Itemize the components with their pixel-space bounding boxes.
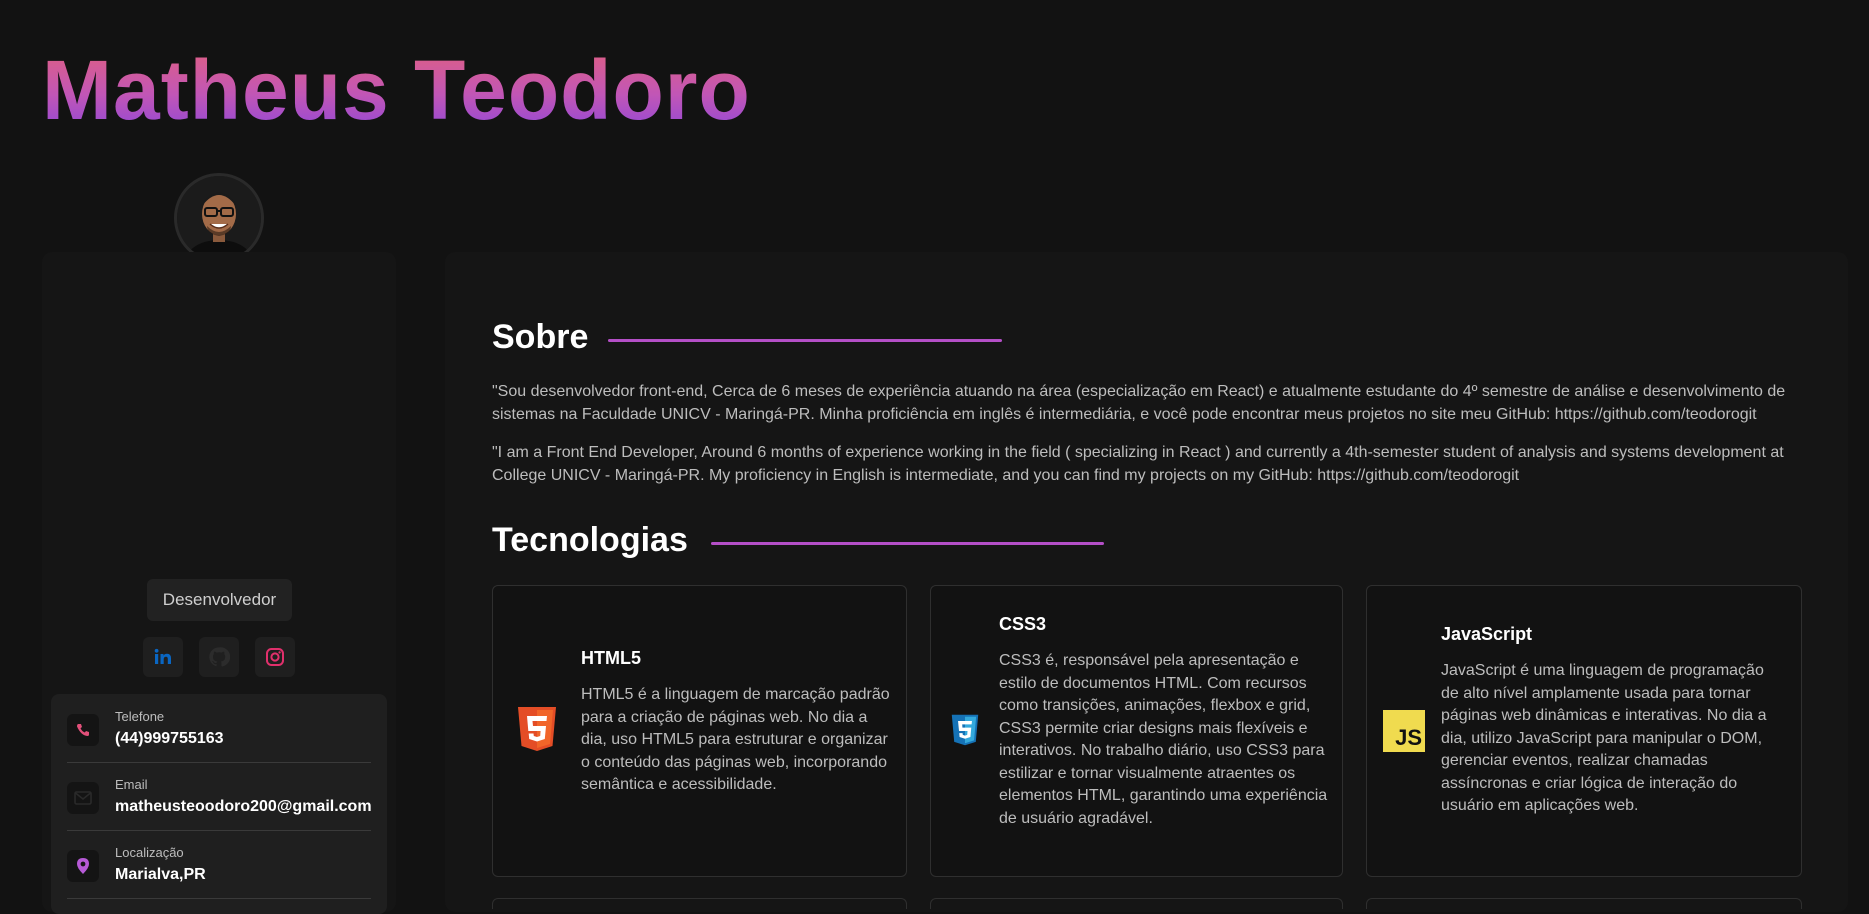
tech-name: JavaScript xyxy=(1441,624,1533,644)
page-title: Matheus Teodoro xyxy=(42,43,751,137)
contact-location: Localização Marialva,PR xyxy=(67,830,371,898)
tech-card-javascript: JS JavaScript JavaScript é uma linguagem… xyxy=(1366,585,1802,877)
tech-description: HTML5 é a linguagem de marcação padrão p… xyxy=(581,686,890,793)
contact-value[interactable]: (44)999755163 xyxy=(115,730,224,748)
html5-icon xyxy=(518,707,556,751)
about-title: Sobre xyxy=(492,318,589,356)
css3-icon xyxy=(951,714,979,746)
contact-email: Email matheusteoodoro200@gmail.com xyxy=(67,762,372,830)
mail-icon xyxy=(67,782,99,814)
about-title-underline xyxy=(608,339,1002,342)
contact-value[interactable]: Marialva,PR xyxy=(115,866,206,884)
github-icon xyxy=(209,647,230,667)
instagram-link[interactable] xyxy=(255,637,295,677)
location-pin-icon xyxy=(67,850,99,882)
linkedin-link[interactable] xyxy=(143,637,183,677)
instagram-icon xyxy=(266,648,284,666)
avatar xyxy=(174,173,264,263)
tech-title-underline xyxy=(711,542,1104,545)
github-link[interactable] xyxy=(199,637,239,677)
contact-phone: Telefone (44)999755163 xyxy=(67,694,371,762)
tech-description: CSS3 é, responsável pela apresentação e … xyxy=(999,652,1328,827)
contact-label: Email xyxy=(115,777,148,792)
tech-name: CSS3 xyxy=(999,614,1047,634)
divider xyxy=(67,898,371,899)
contact-label: Telefone xyxy=(115,709,165,724)
tech-title: Tecnologias xyxy=(492,521,688,559)
linkedin-icon xyxy=(154,648,171,664)
about-text-pt: "Sou desenvolvedor front-end, Cerca de 6… xyxy=(492,383,1786,423)
tech-card-next xyxy=(1366,898,1802,909)
contact-card: Telefone (44)999755163 Email matheusteoo… xyxy=(51,694,387,914)
contact-value[interactable]: matheusteoodoro200@gmail.com xyxy=(115,798,372,816)
tech-card-next xyxy=(930,898,1343,909)
tech-card-next xyxy=(492,898,907,909)
javascript-icon: JS xyxy=(1383,710,1425,752)
tech-card-html5: HTML5 HTML5 é a linguagem de marcação pa… xyxy=(492,585,907,877)
javascript-icon-text: JS xyxy=(1395,725,1422,750)
tech-name: HTML5 xyxy=(581,648,641,668)
phone-icon xyxy=(67,714,99,746)
role-badge: Desenvolvedor xyxy=(147,579,292,621)
tech-description: JavaScript é uma linguagem de programaçã… xyxy=(1441,662,1767,814)
contact-label: Localização xyxy=(115,845,184,860)
about-text-en: "I am a Front End Developer, Around 6 mo… xyxy=(492,444,1784,484)
tech-card-css3: CSS3 CSS3 é, responsável pela apresentaç… xyxy=(930,585,1343,877)
